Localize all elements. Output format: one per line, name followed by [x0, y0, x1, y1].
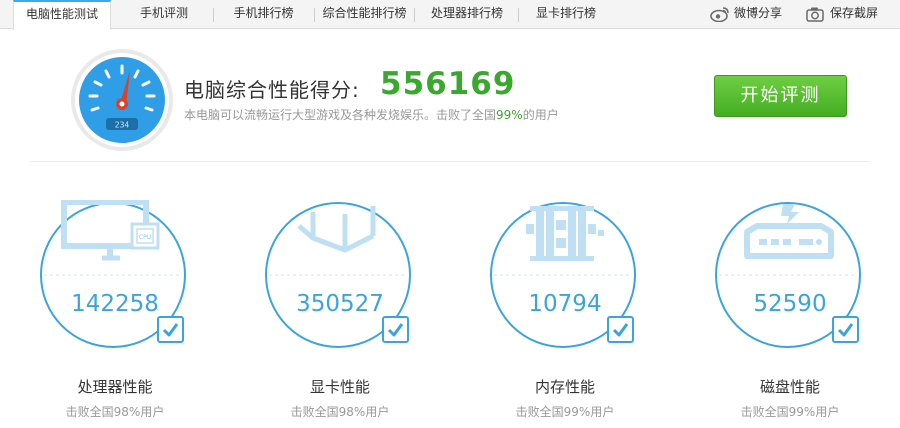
tab-separator	[314, 8, 315, 22]
score-subtitle: 本电脑可以流畅运行大型游戏及各种发烧娱乐。击败了全国99%的用户	[184, 106, 559, 123]
checkmark-icon	[162, 323, 179, 337]
gauge-digits: 234	[115, 121, 130, 130]
gpu-performance-label: 显卡性能	[309, 378, 370, 396]
disk-checkbox[interactable]	[832, 316, 859, 343]
cpu-performance-label: 处理器性能	[77, 378, 153, 396]
memory-score-value: 10794	[528, 291, 602, 317]
tab-overall-ranking[interactable]: 综合性能排行榜	[317, 0, 412, 29]
score-subtitle-text: 本电脑可以流畅运行大型游戏及各种发烧娱乐。击败了全国	[184, 108, 497, 122]
gpu-beat-text: 击败全国98%用户	[290, 405, 390, 419]
checkmark-icon	[387, 323, 404, 337]
start-test-button[interactable]: 开始评测	[714, 75, 847, 117]
cpu-checkbox[interactable]	[157, 316, 184, 343]
cpu-beat-text: 击败全国98%用户	[65, 405, 165, 419]
tab-cpu-ranking[interactable]: 处理器排行榜	[418, 0, 516, 29]
checkmark-icon	[612, 323, 629, 337]
tab-phone-ranking[interactable]: 手机排行榜	[216, 0, 311, 29]
disk-score-value: 52590	[753, 291, 827, 317]
header-divider	[30, 161, 870, 162]
cpu-chip-label: CPU	[139, 234, 151, 241]
tab-bar: 电脑性能测试 手机评测 手机排行榜 综合性能排行榜 处理器排行榜 显卡排行榜 微…	[0, 0, 900, 30]
memory-beat-text: 击败全国99%用户	[515, 405, 615, 419]
cpu-score-value: 142258	[71, 291, 159, 317]
memory-checkbox[interactable]	[607, 316, 634, 343]
disk-performance-card: 52590 磁盘性能 击败全国99%用户	[715, 200, 895, 428]
disk-beat-text: 击败全国99%用户	[740, 405, 840, 419]
gpu-score-value: 350527	[296, 291, 384, 317]
weibo-share-button[interactable]: 微博分享	[710, 0, 790, 29]
weibo-icon	[710, 7, 729, 22]
tab-pc-performance-test[interactable]: 电脑性能测试	[13, 0, 111, 30]
score-value: 556169	[380, 66, 516, 102]
tab-separator	[518, 8, 519, 22]
tab-separator	[414, 8, 415, 22]
tab-phone-review[interactable]: 手机评测	[118, 0, 210, 29]
memory-performance-card: 10794 内存性能 击败全国99%用户	[490, 200, 670, 428]
tab-separator	[213, 8, 214, 22]
gpu-performance-card: 350527 显卡性能 击败全国98%用户	[265, 200, 445, 428]
disk-performance-label: 磁盘性能	[759, 378, 820, 396]
camera-icon	[806, 7, 824, 22]
memory-performance-label: 内存性能	[534, 378, 595, 396]
score-subtitle-suffix: 的用户	[522, 108, 559, 122]
tab-gpu-ranking[interactable]: 显卡排行榜	[522, 0, 610, 29]
score-title: 电脑综合性能得分:	[184, 78, 360, 102]
gpu-checkbox[interactable]	[382, 316, 409, 343]
save-screenshot-button[interactable]: 保存截屏	[806, 0, 886, 29]
cpu-performance-card: CPU 142258 处理器性能 击败全国98%用户	[40, 200, 220, 428]
checkmark-icon	[837, 323, 854, 337]
weibo-share-label: 微博分享	[734, 6, 783, 20]
score-beat-percent: 99%	[496, 108, 523, 122]
speedometer-icon: 234	[71, 49, 173, 151]
save-screenshot-label: 保存截屏	[830, 6, 879, 20]
